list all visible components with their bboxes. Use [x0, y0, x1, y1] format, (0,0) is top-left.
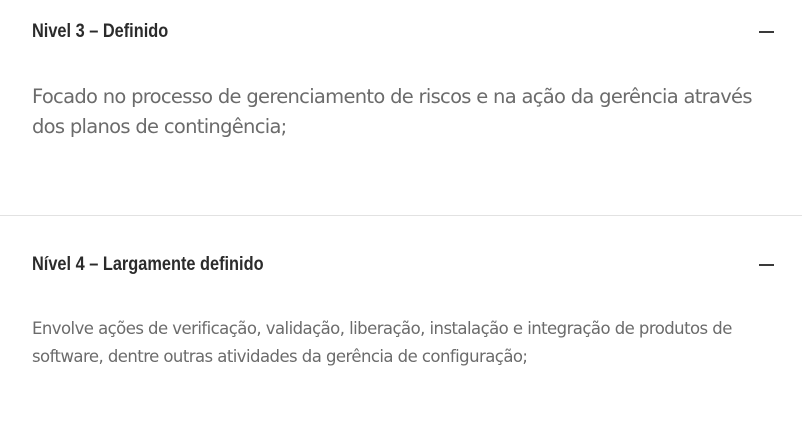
accordion-title: Nivel 3 – Definido: [32, 21, 169, 42]
minus-icon[interactable]: [759, 31, 774, 33]
accordion-header-nivel-3[interactable]: Nivel 3 – Definido: [32, 17, 774, 47]
minus-icon[interactable]: [759, 264, 774, 266]
accordion-header-nivel-4[interactable]: Nível 4 – Largamente definido: [32, 250, 774, 280]
accordion-title: Nível 4 – Largamente definido: [32, 254, 264, 275]
accordion-content: Focado no processo de gerenciamento de r…: [32, 85, 753, 138]
accordion-item-nivel-4: Nível 4 – Largamente definido Envolve aç…: [0, 216, 802, 423]
accordion-item-nivel-3: Nivel 3 – Definido Focado no processo de…: [0, 0, 802, 216]
accordion-content: Envolve ações de verificação, validação,…: [32, 319, 732, 366]
